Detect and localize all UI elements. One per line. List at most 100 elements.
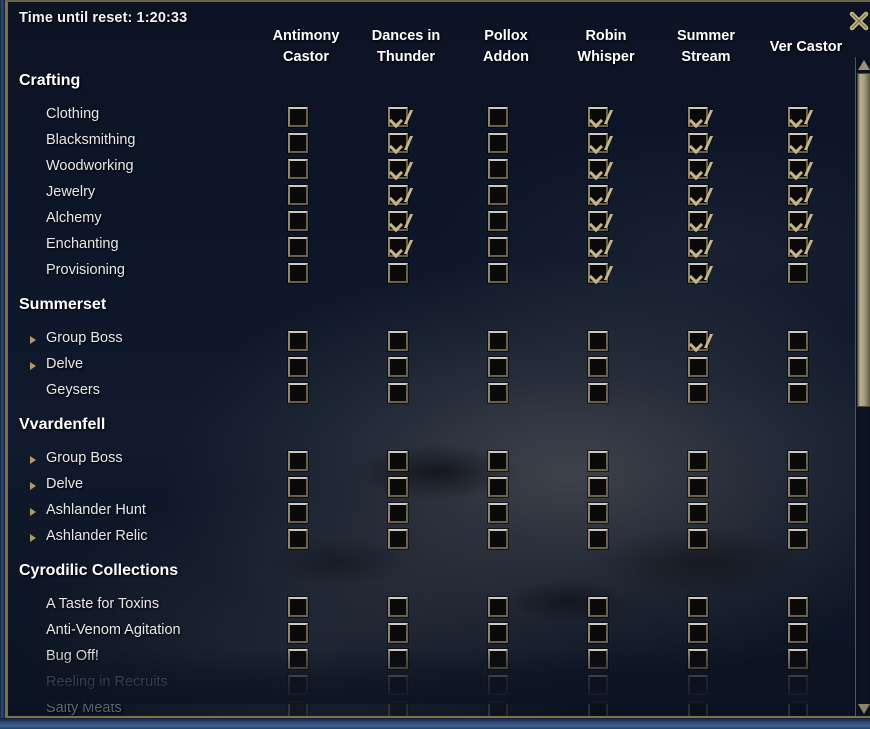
list-item[interactable]: Ashlander Hunt xyxy=(46,502,146,518)
checkbox-summer-stream[interactable] xyxy=(688,357,708,377)
checkbox-dances-in-thunder[interactable] xyxy=(388,237,408,257)
checkbox-robin-whisper[interactable] xyxy=(588,331,608,351)
checkbox-dances-in-thunder[interactable] xyxy=(388,211,408,231)
checkbox-ver-castor[interactable] xyxy=(788,623,808,643)
checkbox-summer-stream[interactable] xyxy=(688,107,708,127)
checkbox-pollox-addon[interactable] xyxy=(488,159,508,179)
checkbox-robin-whisper[interactable] xyxy=(588,159,608,179)
checkbox-antimony-castor[interactable] xyxy=(288,263,308,283)
checkbox-robin-whisper[interactable] xyxy=(588,701,608,716)
chevron-right-icon[interactable] xyxy=(30,534,36,542)
checkbox-antimony-castor[interactable] xyxy=(288,649,308,669)
checkbox-dances-in-thunder[interactable] xyxy=(388,649,408,669)
checkbox-antimony-castor[interactable] xyxy=(288,383,308,403)
checkbox-summer-stream[interactable] xyxy=(688,597,708,617)
list-item[interactable]: Blacksmithing xyxy=(46,132,135,148)
checkbox-robin-whisper[interactable] xyxy=(588,597,608,617)
list-item[interactable]: Group Boss xyxy=(46,450,123,466)
checkbox-ver-castor[interactable] xyxy=(788,503,808,523)
checkbox-ver-castor[interactable] xyxy=(788,649,808,669)
checkbox-pollox-addon[interactable] xyxy=(488,383,508,403)
checkbox-pollox-addon[interactable] xyxy=(488,263,508,283)
checkbox-summer-stream[interactable] xyxy=(688,185,708,205)
checkbox-pollox-addon[interactable] xyxy=(488,503,508,523)
list-item[interactable]: Salty Meats xyxy=(46,700,122,716)
checkbox-pollox-addon[interactable] xyxy=(488,649,508,669)
close-icon[interactable] xyxy=(846,8,870,34)
checkbox-ver-castor[interactable] xyxy=(788,107,808,127)
section-header-summerset[interactable]: Summerset xyxy=(19,296,106,314)
checkbox-robin-whisper[interactable] xyxy=(588,529,608,549)
list-item[interactable]: Enchanting xyxy=(46,236,119,252)
checkbox-dances-in-thunder[interactable] xyxy=(388,701,408,716)
checkbox-dances-in-thunder[interactable] xyxy=(388,597,408,617)
checkbox-antimony-castor[interactable] xyxy=(288,503,308,523)
checkbox-dances-in-thunder[interactable] xyxy=(388,451,408,471)
checkbox-robin-whisper[interactable] xyxy=(588,383,608,403)
checkbox-dances-in-thunder[interactable] xyxy=(388,331,408,351)
list-item[interactable]: Clothing xyxy=(46,106,99,122)
chevron-down-icon[interactable] xyxy=(858,704,870,714)
checkbox-pollox-addon[interactable] xyxy=(488,133,508,153)
checkbox-pollox-addon[interactable] xyxy=(488,211,508,231)
checkbox-antimony-castor[interactable] xyxy=(288,357,308,377)
checkbox-summer-stream[interactable] xyxy=(688,331,708,351)
checkbox-robin-whisper[interactable] xyxy=(588,185,608,205)
checkbox-pollox-addon[interactable] xyxy=(488,675,508,695)
checkbox-pollox-addon[interactable] xyxy=(488,107,508,127)
list-item[interactable]: Woodworking xyxy=(46,158,134,174)
section-header-crafting[interactable]: Crafting xyxy=(19,72,80,90)
checkbox-summer-stream[interactable] xyxy=(688,675,708,695)
chevron-up-icon[interactable] xyxy=(858,60,870,70)
checkbox-antimony-castor[interactable] xyxy=(288,211,308,231)
list-item[interactable]: Reeling in Recruits xyxy=(46,674,168,690)
checkbox-summer-stream[interactable] xyxy=(688,623,708,643)
checkbox-antimony-castor[interactable] xyxy=(288,107,308,127)
checkbox-summer-stream[interactable] xyxy=(688,503,708,523)
checkbox-summer-stream[interactable] xyxy=(688,649,708,669)
vertical-scrollbar[interactable] xyxy=(855,57,870,716)
checkbox-summer-stream[interactable] xyxy=(688,211,708,231)
checkbox-summer-stream[interactable] xyxy=(688,237,708,257)
checkbox-ver-castor[interactable] xyxy=(788,263,808,283)
checkbox-dances-in-thunder[interactable] xyxy=(388,263,408,283)
list-item[interactable]: A Taste for Toxins xyxy=(46,596,159,612)
checkbox-pollox-addon[interactable] xyxy=(488,477,508,497)
checkbox-ver-castor[interactable] xyxy=(788,331,808,351)
checkbox-antimony-castor[interactable] xyxy=(288,701,308,716)
checkbox-antimony-castor[interactable] xyxy=(288,675,308,695)
checkbox-antimony-castor[interactable] xyxy=(288,477,308,497)
checkbox-ver-castor[interactable] xyxy=(788,159,808,179)
checkbox-dances-in-thunder[interactable] xyxy=(388,477,408,497)
checkbox-antimony-castor[interactable] xyxy=(288,451,308,471)
checkbox-ver-castor[interactable] xyxy=(788,451,808,471)
checkbox-summer-stream[interactable] xyxy=(688,529,708,549)
list-item[interactable]: Delve xyxy=(46,476,83,492)
list-item[interactable]: Jewelry xyxy=(46,184,95,200)
checkbox-robin-whisper[interactable] xyxy=(588,675,608,695)
checkbox-summer-stream[interactable] xyxy=(688,451,708,471)
checkbox-antimony-castor[interactable] xyxy=(288,597,308,617)
list-item[interactable]: Geysers xyxy=(46,382,100,398)
checkbox-pollox-addon[interactable] xyxy=(488,185,508,205)
checkbox-dances-in-thunder[interactable] xyxy=(388,357,408,377)
checkbox-antimony-castor[interactable] xyxy=(288,159,308,179)
checkbox-antimony-castor[interactable] xyxy=(288,133,308,153)
checkbox-antimony-castor[interactable] xyxy=(288,623,308,643)
checkbox-ver-castor[interactable] xyxy=(788,529,808,549)
checkbox-ver-castor[interactable] xyxy=(788,211,808,231)
list-item[interactable]: Provisioning xyxy=(46,262,125,278)
checkbox-pollox-addon[interactable] xyxy=(488,451,508,471)
checkbox-dances-in-thunder[interactable] xyxy=(388,675,408,695)
checkbox-dances-in-thunder[interactable] xyxy=(388,107,408,127)
list-item[interactable]: Group Boss xyxy=(46,330,123,346)
checkbox-dances-in-thunder[interactable] xyxy=(388,383,408,403)
checkbox-ver-castor[interactable] xyxy=(788,185,808,205)
checkbox-ver-castor[interactable] xyxy=(788,383,808,403)
checkbox-summer-stream[interactable] xyxy=(688,133,708,153)
section-header-cyrodilic-collections[interactable]: Cyrodilic Collections xyxy=(19,562,178,580)
chevron-right-icon[interactable] xyxy=(30,362,36,370)
checkbox-pollox-addon[interactable] xyxy=(488,237,508,257)
checkbox-summer-stream[interactable] xyxy=(688,701,708,716)
checkbox-pollox-addon[interactable] xyxy=(488,701,508,716)
